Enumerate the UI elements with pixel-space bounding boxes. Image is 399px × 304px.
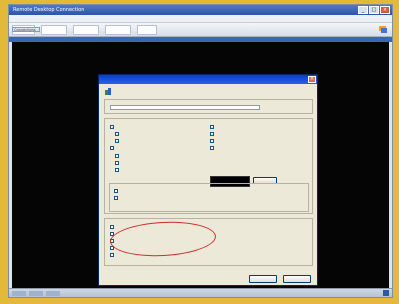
minimize-button[interactable]: _	[358, 6, 368, 14]
apply-button[interactable]	[249, 275, 277, 283]
remote-desktop-logo-icon	[379, 26, 387, 33]
checkbox[interactable]	[210, 132, 214, 136]
checkbox[interactable]	[210, 146, 214, 150]
ok-button[interactable]	[283, 275, 311, 283]
checkbox[interactable]	[110, 146, 114, 150]
checkbox[interactable]	[210, 125, 214, 129]
option-row[interactable]	[210, 132, 214, 136]
option-row[interactable]	[114, 189, 118, 193]
window-titlebar[interactable]: Remote Desktop Connection _ □ ×	[9, 5, 392, 15]
checkbox[interactable]	[110, 125, 114, 129]
status-segment	[46, 290, 60, 296]
status-segment	[12, 290, 26, 296]
window-title: Remote Desktop Connection	[13, 7, 85, 13]
option-row[interactable]	[110, 225, 114, 229]
checkbox[interactable]	[115, 154, 119, 158]
checkbox[interactable]	[115, 139, 119, 143]
toolbar-button[interactable]	[72, 24, 99, 35]
close-button[interactable]: ×	[380, 6, 390, 14]
dialog-close-button[interactable]: ×	[308, 76, 316, 83]
option-row[interactable]	[110, 125, 114, 129]
option-row[interactable]	[115, 168, 119, 172]
checkbox[interactable]	[110, 225, 114, 229]
checkbox[interactable]	[115, 132, 119, 136]
option-row[interactable]	[115, 161, 119, 165]
option-row[interactable]	[115, 154, 119, 158]
checkbox[interactable]	[115, 161, 119, 165]
dialog-titlebar[interactable]: ×	[99, 75, 317, 84]
connection-select[interactable]	[110, 105, 260, 110]
top-group	[104, 99, 313, 114]
status-bar	[9, 288, 392, 297]
toolbar-button[interactable]	[136, 24, 157, 35]
advanced-group	[109, 183, 309, 212]
system-tray	[383, 290, 389, 296]
general-group	[104, 118, 313, 214]
remote-screen[interactable]: ×	[12, 42, 389, 288]
checkbox[interactable]	[114, 196, 118, 200]
checkbox[interactable]	[114, 189, 118, 193]
settings-icon	[104, 87, 113, 96]
option-row[interactable]	[110, 146, 114, 150]
window-controls: _ □ ×	[358, 6, 390, 14]
option-row[interactable]	[210, 139, 214, 143]
option-row[interactable]	[210, 146, 214, 150]
checkbox[interactable]	[110, 253, 114, 257]
option-row[interactable]	[115, 139, 119, 143]
toolbar: Connections Default	[9, 23, 392, 37]
option-row[interactable]	[115, 132, 119, 136]
checkbox[interactable]	[210, 139, 214, 143]
option-row[interactable]	[114, 196, 118, 200]
option-row[interactable]	[210, 125, 214, 129]
status-segment	[29, 290, 43, 296]
toolbar-button[interactable]	[104, 24, 131, 35]
app-window: Remote Desktop Connection _ □ × Connecti…	[8, 4, 393, 298]
toolbar-button[interactable]	[40, 24, 67, 35]
menu-bar	[9, 15, 392, 23]
checkbox[interactable]	[115, 168, 119, 172]
tab-connections[interactable]: Connections	[12, 27, 40, 32]
option-row[interactable]	[110, 253, 114, 257]
maximize-button[interactable]: □	[369, 6, 379, 14]
